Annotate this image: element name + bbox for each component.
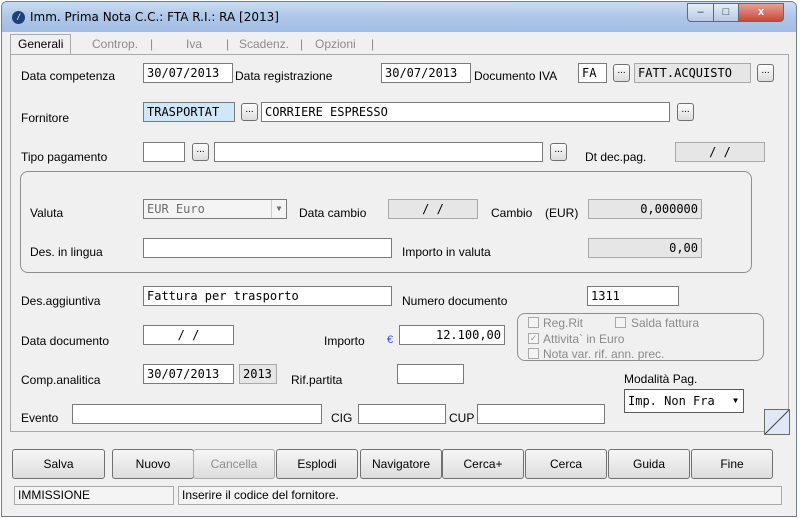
salva-button[interactable]: Salva (12, 449, 105, 479)
main-window: / Imm. Prima Nota C.C.: FTA R.I.: RA [20… (1, 1, 797, 517)
tab-iva[interactable]: Iva (186, 35, 202, 53)
data-cambio-label: Data cambio (299, 206, 367, 220)
data-competenza-field[interactable]: 30/07/2013 (143, 63, 233, 83)
cerca-plus-button[interactable]: Cerca+ (442, 449, 524, 479)
data-registrazione-field[interactable]: 30/07/2013 (381, 63, 471, 83)
guida-button[interactable]: Guida (608, 449, 690, 479)
tab-separator: | (226, 37, 230, 51)
tab-strip: Generali Controp. | Iva | Scadenz. | Opz… (10, 34, 790, 55)
cambio-field: 0,000000 (588, 199, 702, 219)
data-registrazione-label: Data registrazione (235, 69, 333, 83)
title-bar[interactable]: / Imm. Prima Nota C.C.: FTA R.I.: RA [20… (2, 2, 796, 32)
chevron-down-icon[interactable]: ▼ (728, 392, 743, 410)
documento-iva-desc-lookup-button[interactable]: ... (757, 64, 774, 82)
fornitore-label: Fornitore (21, 111, 70, 125)
dt-dec-pag-field: / / (675, 142, 765, 162)
evento-field[interactable] (72, 404, 322, 424)
tab-separator: | (300, 37, 304, 51)
euro-icon: € (387, 334, 394, 346)
documento-iva-desc-field: FATT.ACQUISTO (634, 63, 751, 83)
importo-field[interactable]: 12.100,00 (399, 325, 505, 345)
des-aggiuntiva-field[interactable]: Fattura per trasporto (143, 286, 392, 306)
esplodi-button[interactable]: Esplodi (276, 449, 358, 479)
modalita-pag-select[interactable]: Imp. Non Fra ▼ (624, 389, 744, 413)
window-title: Imm. Prima Nota C.C.: FTA R.I.: RA [2013… (30, 10, 279, 24)
attivita-in-euro-checkbox[interactable]: ✓ (528, 333, 539, 344)
tipo-pagamento-lookup-button[interactable]: ... (192, 143, 209, 161)
tab-generali[interactable]: Generali (10, 34, 72, 55)
data-cambio-field: / / (388, 199, 478, 219)
resize-corner-icon[interactable] (764, 409, 790, 435)
nota-var-checkbox[interactable] (528, 348, 539, 359)
des-in-lingua-field[interactable] (143, 238, 392, 258)
cig-label: CIG (331, 411, 353, 425)
tipo-pagamento-code-field[interactable] (143, 142, 185, 162)
tipo-pagamento-desc-lookup-button[interactable]: ... (550, 143, 567, 161)
rif-partita-label: Rif.partita (291, 373, 343, 387)
documento-iva-code-field[interactable]: FA (578, 63, 607, 83)
des-in-lingua-label: Des. in lingua (30, 245, 103, 259)
data-documento-label: Data documento (21, 334, 110, 348)
tab-controp[interactable]: Controp. (92, 35, 138, 53)
numero-documento-label: Numero documento (402, 294, 508, 308)
tab-separator: | (150, 37, 154, 51)
salda-fattura-label: Salda fattura (631, 316, 700, 330)
numero-documento-field[interactable]: 1311 (587, 286, 679, 306)
comp-analitica-label: Comp.analitica (21, 373, 101, 387)
valuta-label: Valuta (30, 206, 64, 220)
chevron-down-icon[interactable]: ▼ (271, 200, 286, 218)
reg-rit-label: Reg.Rit (543, 316, 584, 330)
importo-label: Importo (324, 334, 365, 348)
attivita-in-euro-label: Attivita` in Euro (543, 332, 625, 346)
valuta-select[interactable]: EUR Euro ▼ (143, 199, 287, 219)
maximize-button[interactable]: □ (713, 3, 739, 22)
status-message: Inserire il codice del fornitore. (178, 486, 782, 505)
cambio-unit-label: (EUR) (545, 206, 579, 220)
cup-field[interactable] (477, 404, 605, 424)
evento-label: Evento (21, 411, 59, 425)
fornitore-lookup-button[interactable]: ... (241, 103, 258, 121)
data-competenza-label: Data competenza (21, 69, 116, 83)
reg-rit-checkbox[interactable] (528, 317, 539, 328)
nuovo-button[interactable]: Nuovo (112, 449, 194, 479)
nota-var-label: Nota var. rif. ann. prec. (543, 347, 665, 361)
cerca-button[interactable]: Cerca (525, 449, 607, 479)
data-documento-field[interactable]: / / (143, 325, 234, 345)
cup-label: CUP (449, 411, 475, 425)
status-mode: IMMISSIONE (14, 486, 174, 505)
dt-dec-pag-label: Dt dec.pag. (585, 150, 647, 164)
app-icon: / (12, 11, 25, 24)
valuta-value: EUR Euro (147, 202, 205, 216)
tab-scadenz[interactable]: Scadenz. (239, 35, 289, 53)
cig-field[interactable] (358, 404, 446, 424)
close-button[interactable]: x (738, 3, 784, 22)
fornitore-desc-lookup-button[interactable]: ... (677, 103, 694, 121)
des-aggiuntiva-label: Des.aggiuntiva (21, 294, 101, 308)
fornitore-code-field[interactable]: TRASPORTAT (143, 102, 235, 122)
minimize-button[interactable]: – (687, 3, 714, 22)
cancella-button[interactable]: Cancella (193, 449, 275, 479)
fornitore-desc-field[interactable]: CORRIERE ESPRESSO (261, 102, 670, 122)
tipo-pagamento-label: Tipo pagamento (21, 150, 108, 164)
comp-analitica-year-field: 2013 (239, 364, 277, 384)
salda-fattura-checkbox[interactable] (615, 317, 626, 328)
navigatore-button[interactable]: Navigatore (360, 449, 442, 479)
cambio-label: Cambio (491, 206, 533, 220)
importo-in-valuta-label: Importo in valuta (402, 245, 491, 259)
tab-separator: | (371, 37, 375, 51)
importo-in-valuta-field: 0,00 (588, 238, 702, 258)
modalita-pag-value: Imp. Non Fra (628, 394, 715, 408)
fine-button[interactable]: Fine (691, 449, 773, 479)
tipo-pagamento-desc-field[interactable] (214, 142, 543, 162)
rif-partita-field[interactable] (397, 364, 464, 384)
modalita-pag-label: Modalità Pag. (624, 372, 698, 386)
documento-iva-label: Documento IVA (474, 69, 558, 83)
tab-opzioni[interactable]: Opzioni (315, 35, 356, 53)
comp-analitica-date-field[interactable]: 30/07/2013 (143, 364, 234, 384)
documento-iva-lookup-button[interactable]: ... (613, 64, 630, 82)
